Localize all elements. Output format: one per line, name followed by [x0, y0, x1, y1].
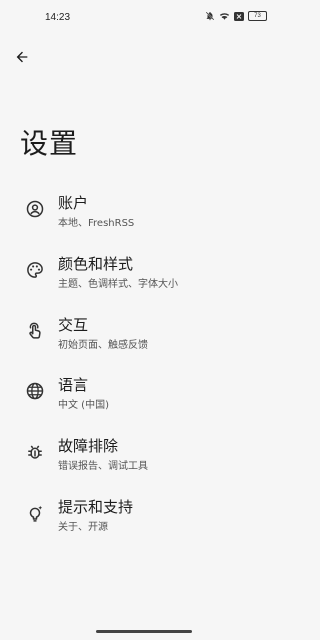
settings-item-colors-style[interactable]: 颜色和样式 主题、色调样式、字体大小 [0, 245, 288, 297]
settings-item-subtitle: 初始页面、触感反馈 [58, 340, 148, 351]
status-time: 14:23 [45, 12, 71, 23]
mute-icon [205, 11, 215, 21]
back-button[interactable] [11, 46, 33, 68]
settings-item-subtitle: 错误报告、调试工具 [58, 461, 148, 472]
settings-item-subtitle: 中文 (中国) [58, 400, 109, 411]
settings-item-tips-support[interactable]: 提示和支持 关于、开源 [0, 488, 288, 540]
arrow-left-icon [16, 51, 28, 63]
settings-item-subtitle: 关于、开源 [58, 522, 108, 533]
settings-item-title: 交互 [58, 316, 89, 334]
touch-icon [25, 321, 45, 341]
status-bar: 14:23 73 [0, 0, 288, 36]
account-circle-icon [25, 199, 45, 219]
bug-icon [25, 442, 45, 462]
settings-item-title: 语言 [58, 376, 89, 394]
settings-item-subtitle: 本地、FreshRSS [58, 218, 135, 229]
settings-item-interaction[interactable]: 交互 初始页面、触感反馈 [0, 306, 288, 358]
page-title: 设置 [20, 127, 79, 160]
status-icons: 73 [205, 11, 267, 21]
settings-item-title: 提示和支持 [58, 498, 134, 516]
settings-item-language[interactable]: 语言 中文 (中国) [0, 366, 288, 418]
palette-icon [25, 260, 45, 280]
wifi-icon [219, 11, 230, 21]
settings-item-account[interactable]: 账户 本地、FreshRSS [0, 184, 288, 236]
globe-icon [25, 381, 45, 401]
lightbulb-icon [25, 503, 45, 523]
notification-icon [234, 11, 244, 21]
settings-item-troubleshooting[interactable]: 故障排除 错误报告、调试工具 [0, 427, 288, 479]
battery-icon: 73 [248, 11, 267, 21]
settings-item-title: 账户 [58, 194, 89, 212]
settings-item-subtitle: 主题、色调样式、字体大小 [58, 279, 178, 290]
home-indicator[interactable] [96, 630, 192, 633]
settings-item-title: 故障排除 [58, 437, 119, 455]
settings-item-title: 颜色和样式 [58, 255, 134, 273]
